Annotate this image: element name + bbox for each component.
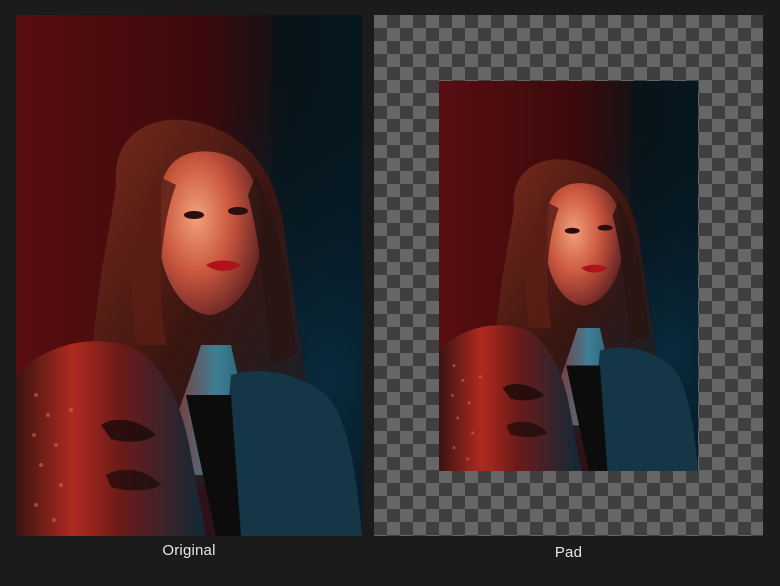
pad-caption: Pad bbox=[554, 544, 583, 561]
original-panel bbox=[16, 15, 362, 536]
comparison-stage: Original Pad bbox=[0, 0, 780, 586]
original-caption: Original bbox=[162, 542, 216, 559]
padded-photo bbox=[439, 81, 698, 471]
pad-panel-transparent-checkerboard bbox=[374, 15, 763, 536]
original-photo bbox=[16, 15, 362, 536]
